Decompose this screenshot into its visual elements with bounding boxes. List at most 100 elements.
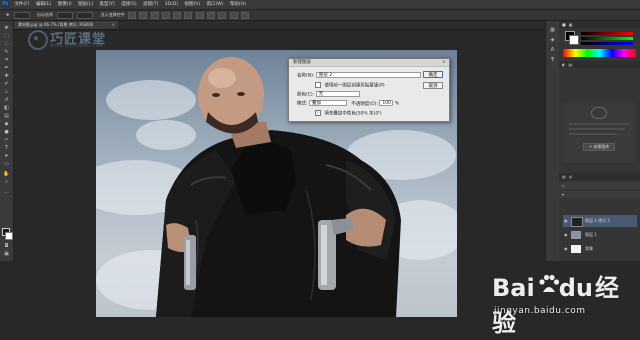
menu-help[interactable]: 帮助(H) <box>230 0 246 9</box>
eye-icon[interactable]: ◉ <box>564 215 568 227</box>
auto-select-checkbox[interactable] <box>13 11 30 19</box>
shape-tool-icon[interactable]: ▭ <box>3 161 10 167</box>
align-center-button[interactable] <box>173 11 182 19</box>
3d-mode-button[interactable] <box>229 11 238 19</box>
name-label: 名称(N): <box>297 73 315 79</box>
eye-icon[interactable]: ◉ <box>564 229 568 241</box>
distribute-3-button[interactable] <box>218 11 227 19</box>
fill-neutral-checkbox[interactable]: ✓ <box>315 110 321 116</box>
background-color-swatch[interactable] <box>5 232 13 240</box>
color-panel-tabs[interactable]: ■ ▦ <box>559 21 640 28</box>
libraries-panel: + 创建图库 <box>563 103 636 163</box>
layer-dropdown[interactable] <box>57 11 74 19</box>
blur-tool-icon[interactable]: ◆ <box>3 121 10 127</box>
color-select[interactable]: 无 <box>315 91 360 97</box>
create-library-button[interactable]: + 创建图库 <box>583 143 615 151</box>
layer-row[interactable]: ◉ 背景 <box>563 243 637 255</box>
pen-tool-icon[interactable]: ✑ <box>3 137 10 143</box>
layer-row[interactable]: ◉ 图层 1 <box>563 229 637 241</box>
layers-panel: ▤ ◎ ⌕ ▾ ◉ 图层 1 拷贝 2 ◉ 图层 1 ◉ 背景 <box>559 173 640 261</box>
color-spectrum[interactable] <box>563 49 636 57</box>
menu-layer[interactable]: 图层(L) <box>78 0 93 9</box>
transform-checkbox[interactable] <box>77 11 94 19</box>
cancel-button[interactable]: 取消 <box>423 82 443 89</box>
clip-mask-checkbox[interactable] <box>315 82 321 88</box>
align-right-button[interactable] <box>184 11 193 19</box>
adjustments-panel-tabs[interactable]: ◐ ▤ <box>559 61 640 68</box>
opacity-input[interactable]: 100 <box>379 100 394 106</box>
ok-button[interactable]: 确定 <box>423 71 443 78</box>
quick-select-tool-icon[interactable]: ✎ <box>3 49 10 55</box>
menu-file[interactable]: 文件(F) <box>14 0 29 9</box>
site-watermark: 巧匠课堂 WWW.QIAOJIANG.COM <box>28 28 138 50</box>
baidu-brand: Bai du经验 <box>492 268 628 338</box>
baidu-brand-bai: Bai <box>492 274 535 302</box>
dodge-tool-icon[interactable]: ● <box>3 129 10 135</box>
lasso-tool-icon[interactable]: ◌ <box>3 41 10 47</box>
type-tool-icon[interactable]: T <box>3 145 10 151</box>
layers-filter-bar[interactable]: ⌕ <box>559 182 640 189</box>
align-top-button[interactable] <box>128 11 137 19</box>
mode-label: 模式: <box>297 101 308 107</box>
site-watermark-url: WWW.QIAOJIANG.COM <box>50 43 104 48</box>
path-select-tool-icon[interactable]: ➤ <box>3 153 10 159</box>
zoom-tool-icon[interactable]: ⌕ <box>3 179 10 185</box>
panel-icon-strip: ▦ ◈ A ¶ <box>545 21 559 261</box>
dialog-title: 新建图层 <box>293 60 311 65</box>
menu-window[interactable]: 窗口(W) <box>207 0 224 9</box>
opacity-unit: % <box>394 101 400 107</box>
history-icon[interactable]: ▦ <box>549 27 556 34</box>
marquee-tool-icon[interactable]: ⬚ <box>3 33 10 39</box>
layer-thumbnail <box>571 231 581 239</box>
brush-tool-icon[interactable]: ✐ <box>3 81 10 87</box>
menu-select[interactable]: 选择(S) <box>121 0 136 9</box>
eraser-tool-icon[interactable]: ◧ <box>3 105 10 111</box>
right-panels: ■ ▦ ◐ ▤ + 创建图库 ▤ ◎ ⌕ ▾ ◉ 图层 1 拷贝 2 ◉ 图层 1 ◉ <box>559 21 640 261</box>
color-sliders[interactable] <box>581 32 633 46</box>
menu-3d[interactable]: 3D(D) <box>165 0 178 9</box>
menu-edit[interactable]: 编辑(E) <box>36 0 51 9</box>
gradient-tool-icon[interactable]: ▤ <box>3 113 10 119</box>
quick-mask-icon[interactable]: ◘ <box>3 243 10 249</box>
align-bottom-button[interactable] <box>150 11 159 19</box>
options-bar: ✥ 自动选择 显示变换控件 <box>0 10 640 21</box>
opacity-label: 不透明度(O): <box>351 101 378 107</box>
name-input[interactable]: 图层 2 <box>315 72 421 78</box>
move-tool-icon[interactable]: ✥ <box>3 25 10 31</box>
eye-icon[interactable]: ◉ <box>564 243 568 255</box>
layer-name: 背景 <box>585 246 593 251</box>
history-brush-tool-icon[interactable]: ↺ <box>3 97 10 103</box>
dialog-title-bar: 新建图层 x <box>289 59 449 67</box>
menu-filter[interactable]: 滤镜(T) <box>143 0 158 9</box>
screen-mode-icon[interactable]: ▣ <box>3 251 10 257</box>
paragraph-icon[interactable]: ¶ <box>549 57 556 64</box>
align-left-button[interactable] <box>161 11 170 19</box>
character-icon[interactable]: A <box>549 47 556 54</box>
layers-panel-tabs[interactable]: ▤ ◎ <box>559 173 640 180</box>
hand-tool-icon[interactable]: ✋ <box>3 171 10 177</box>
properties-icon[interactable]: ◈ <box>549 37 556 44</box>
menu-image[interactable]: 图像(I) <box>58 0 72 9</box>
menu-view[interactable]: 视图(V) <box>185 0 201 9</box>
color-panel-background[interactable] <box>569 35 579 45</box>
crop-tool-icon[interactable]: ⌗ <box>3 57 10 63</box>
distribute-button[interactable] <box>195 11 204 19</box>
mode-select[interactable]: 叠加 <box>308 100 347 106</box>
menu-bar: Ps 文件(F) 编辑(E) 图像(I) 图层(L) 类型(Y) 选择(S) 滤… <box>0 0 640 10</box>
menu-type[interactable]: 类型(Y) <box>100 0 115 9</box>
align-middle-button[interactable] <box>139 11 148 19</box>
layers-blend-bar[interactable]: ▾ <box>559 191 640 198</box>
more-tools-icon[interactable]: … <box>3 189 10 195</box>
distribute-2-button[interactable] <box>207 11 216 19</box>
3d-rotate-button[interactable] <box>240 11 249 19</box>
color-label: 颜色(C): <box>297 92 315 98</box>
baidu-url: jingyan.baidu.com <box>494 306 586 316</box>
move-tool-icon[interactable]: ✥ <box>6 10 9 20</box>
layer-row[interactable]: ◉ 图层 1 拷贝 2 <box>563 215 637 227</box>
clip-mask-label: 使用前一图层创建剪贴蒙版(P) <box>324 83 385 89</box>
eyedropper-tool-icon[interactable]: ✒ <box>3 65 10 71</box>
cloud-icon <box>591 107 607 119</box>
clone-stamp-tool-icon[interactable]: ⊥ <box>3 89 10 95</box>
close-icon[interactable]: x <box>442 59 445 67</box>
healing-brush-tool-icon[interactable]: ✚ <box>3 73 10 79</box>
